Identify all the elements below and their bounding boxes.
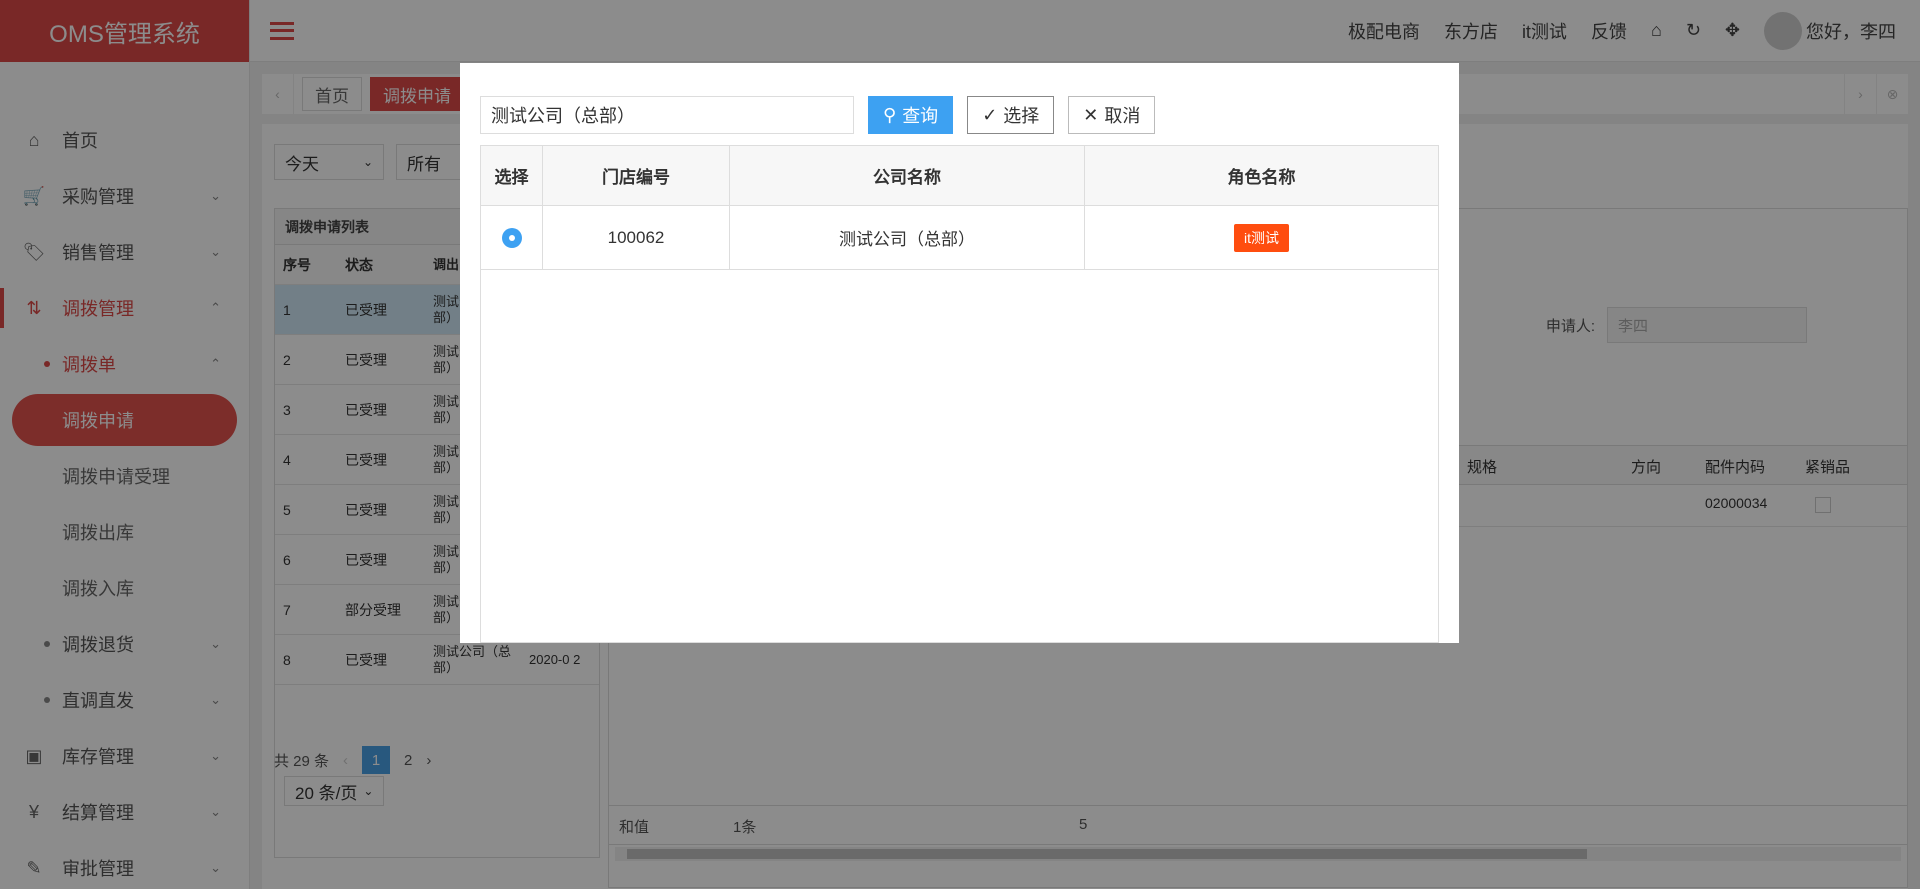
company-select-modal: 测试公司（总部） ⚲ 查询 ✓ 选择 ✕ 取消 选择 门店编号 公司名称 角色名称 1… xyxy=(460,63,1459,643)
table-row[interactable]: 100062 测试公司（总部） it测试 xyxy=(481,206,1438,270)
search-icon: ⚲ xyxy=(883,104,897,125)
row-radio-selected[interactable] xyxy=(501,227,522,248)
role-badge: it测试 xyxy=(1234,223,1289,252)
query-button[interactable]: ⚲ 查询 xyxy=(868,96,954,134)
modal-toolbar: 测试公司（总部） ⚲ 查询 ✓ 选择 ✕ 取消 xyxy=(480,96,1156,134)
select-button[interactable]: ✓ 选择 xyxy=(967,96,1055,134)
close-icon: ✕ xyxy=(1083,104,1099,125)
company-search-input[interactable]: 测试公司（总部） xyxy=(480,96,854,134)
check-icon: ✓ xyxy=(982,104,998,125)
cancel-button[interactable]: ✕ 取消 xyxy=(1068,96,1156,134)
company-table-header: 选择 门店编号 公司名称 角色名称 xyxy=(481,146,1438,206)
company-table: 选择 门店编号 公司名称 角色名称 100062 测试公司（总部） it测试 xyxy=(480,145,1439,643)
